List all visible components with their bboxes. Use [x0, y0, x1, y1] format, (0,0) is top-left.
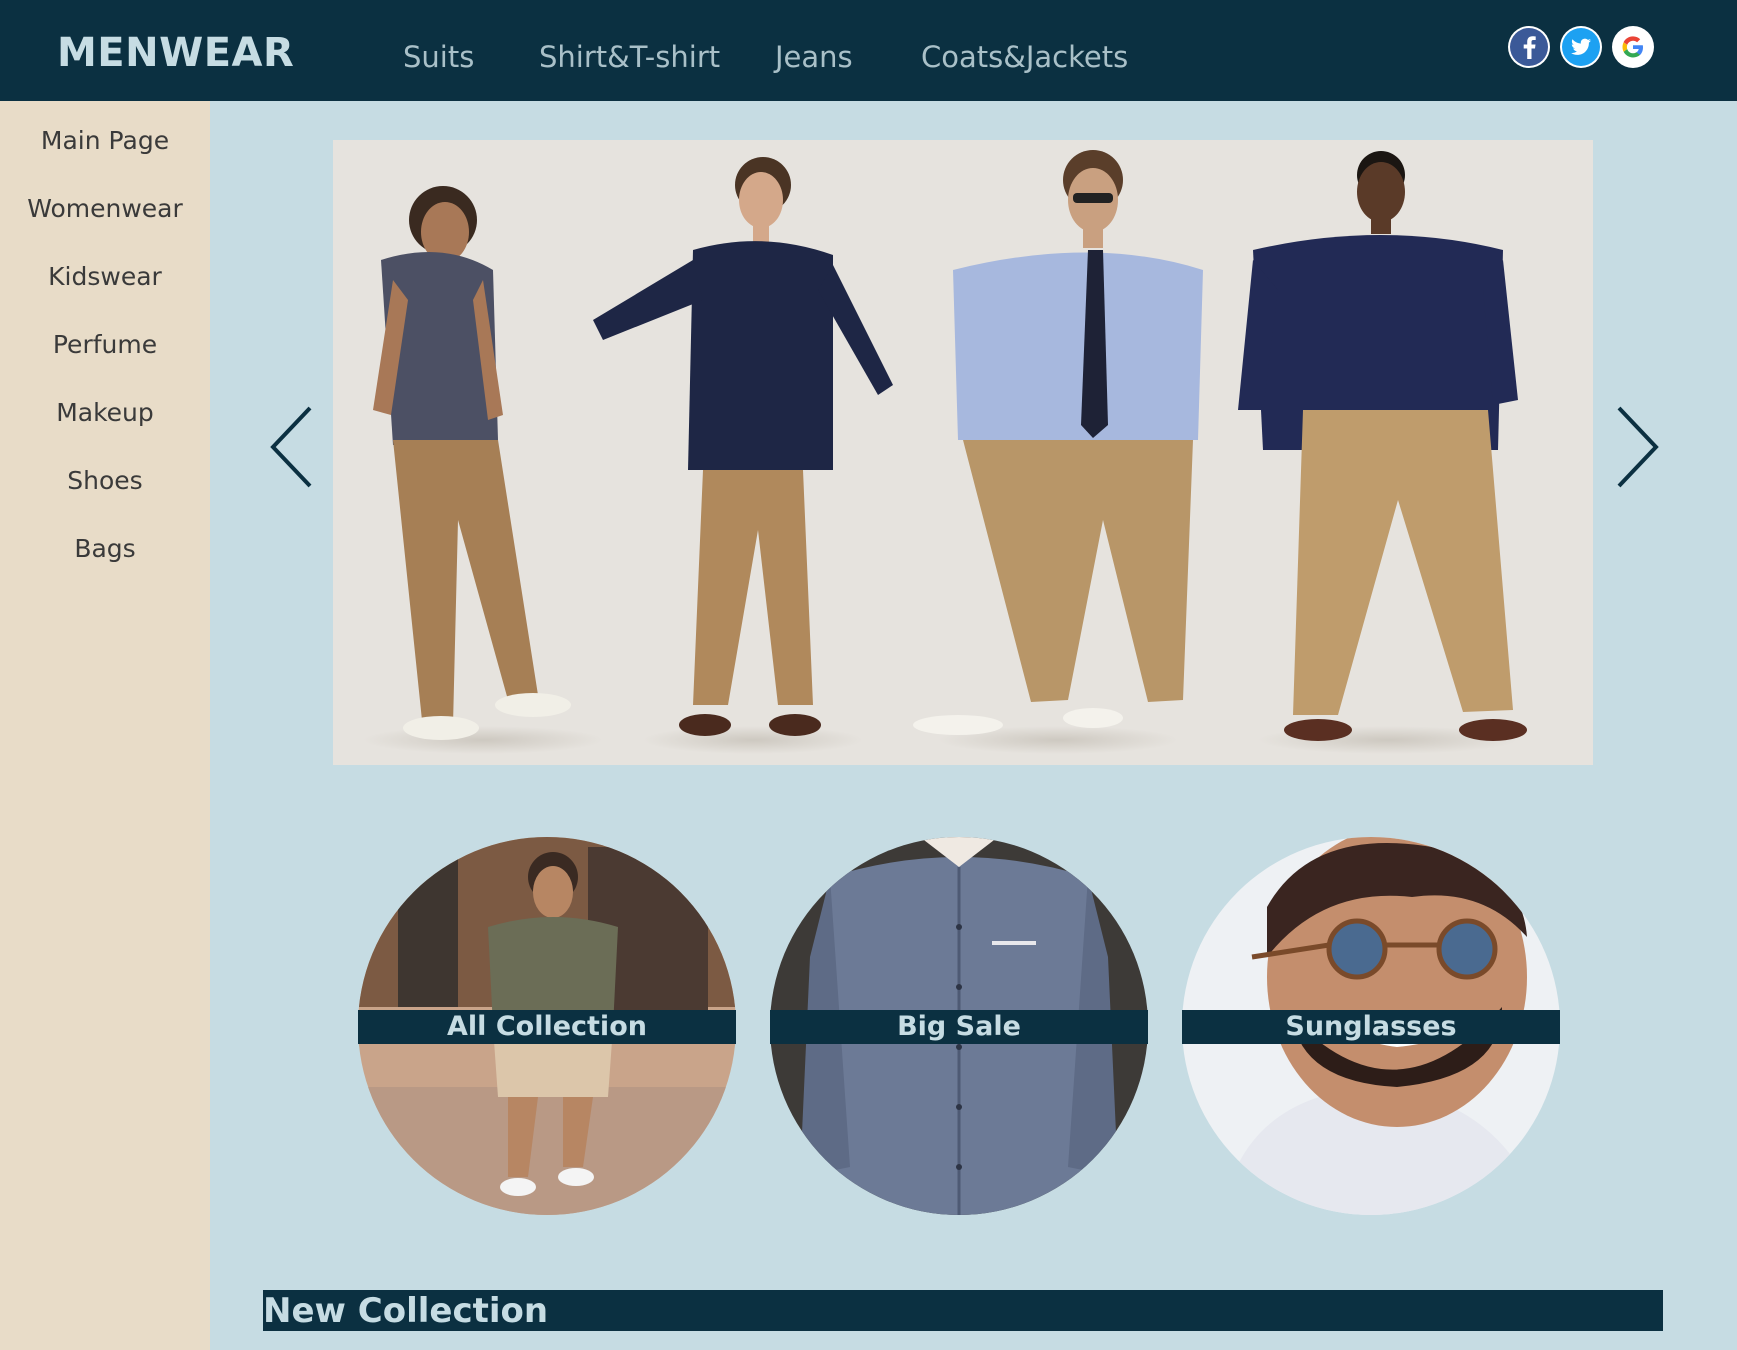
sidebar-item-womenwear[interactable]: Womenwear [0, 194, 210, 223]
sidebar-item-kidswear[interactable]: Kidswear [0, 262, 210, 291]
twitter-icon[interactable] [1560, 26, 1602, 68]
nav-jeans[interactable]: Jeans [775, 40, 853, 74]
hero-carousel-image [333, 140, 1593, 765]
chevron-left-icon[interactable] [267, 405, 317, 489]
nav-coats-jackets[interactable]: Coats&Jackets [921, 40, 1128, 74]
sidebar-item-makeup[interactable]: Makeup [0, 398, 210, 427]
google-icon[interactable] [1612, 26, 1654, 68]
category-sunglasses[interactable]: Sunglasses [1182, 1010, 1560, 1044]
main-nav: Suits Shirt&T-shirt Jeans Coats&Jackets [0, 0, 1737, 101]
top-header: MENWEAR Suits Shirt&T-shirt Jeans Coats&… [0, 0, 1737, 101]
nav-suits[interactable]: Suits [403, 40, 474, 74]
sidebar-item-main-page[interactable]: Main Page [0, 126, 210, 155]
category-all-collection[interactable]: All Collection [358, 1010, 736, 1044]
nav-shirt-tshirt[interactable]: Shirt&T-shirt [539, 40, 720, 74]
facebook-icon[interactable] [1508, 26, 1550, 68]
sidebar: Main Page Womenwear Kidswear Perfume Mak… [0, 101, 210, 1350]
sidebar-item-perfume[interactable]: Perfume [0, 330, 210, 359]
sidebar-item-bags[interactable]: Bags [0, 534, 210, 563]
new-collection-heading: New Collection [263, 1291, 549, 1331]
sidebar-item-shoes[interactable]: Shoes [0, 466, 210, 495]
chevron-right-icon[interactable] [1612, 405, 1662, 489]
category-big-sale[interactable]: Big Sale [770, 1010, 1148, 1044]
